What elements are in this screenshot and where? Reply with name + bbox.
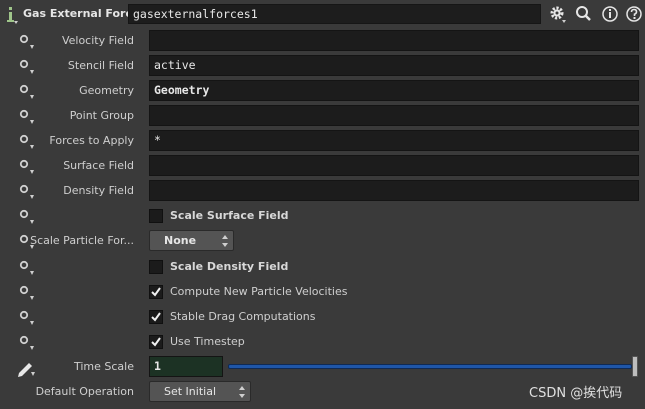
use-timestep-checkbox[interactable] (149, 335, 163, 349)
spinner-arrows-icon (239, 386, 245, 398)
velocity-field-label: Velocity Field (61, 34, 134, 47)
channel-link-icon[interactable] (19, 335, 35, 351)
param-row-stencil-field: Stencil Field active (0, 53, 645, 78)
channel-link-icon[interactable] (19, 310, 35, 326)
scale-surface-field-checkbox[interactable] (149, 209, 163, 223)
stable-drag-computations-label[interactable]: Stable Drag Computations (170, 310, 316, 323)
scale-surface-field-label[interactable]: Scale Surface Field (170, 209, 289, 222)
param-row-use-timestep: Use Timestep (0, 329, 645, 354)
density-field-label: Density Field (63, 184, 134, 197)
watermark-text: CSDN @挨代码 (529, 386, 623, 401)
channel-link-icon[interactable] (19, 84, 35, 100)
velocity-field-input[interactable] (149, 30, 639, 51)
default-operation-value: Set Initial (164, 385, 216, 398)
channel-link-icon[interactable] (19, 134, 35, 150)
info-circle-icon[interactable] (600, 4, 620, 24)
param-row-compute-new-particle-velocities: Compute New Particle Velocities (0, 279, 645, 304)
channel-link-icon[interactable] (19, 184, 35, 200)
density-field-input[interactable] (149, 180, 639, 201)
point-group-input[interactable] (149, 105, 639, 126)
geometry-input[interactable]: Geometry (149, 80, 639, 101)
default-operation-label: Default Operation (35, 385, 134, 398)
checkmark-icon (151, 312, 161, 322)
param-row-time-scale: Time Scale 1 (0, 354, 645, 379)
default-operation-dropdown[interactable]: Set Initial (149, 381, 251, 402)
param-row-point-group: Point Group (0, 103, 645, 128)
param-row-geometry: Geometry Geometry (0, 78, 645, 103)
pencil-icon[interactable] (16, 358, 36, 378)
node-info-icon[interactable] (6, 6, 18, 24)
param-row-stable-drag-computations: Stable Drag Computations (0, 304, 645, 329)
search-icon[interactable] (574, 4, 594, 24)
channel-link-icon[interactable] (19, 209, 35, 225)
time-scale-label: Time Scale (73, 360, 134, 373)
forces-to-apply-input[interactable]: * (149, 130, 639, 151)
parameter-header: Gas External Forces gasexternalforces1 (0, 0, 645, 28)
param-row-scale-particle-force: Scale Particle For... None (0, 228, 645, 253)
scale-particle-force-dropdown[interactable]: None (149, 230, 234, 251)
time-scale-input[interactable]: 1 (149, 356, 223, 377)
scale-particle-force-label: Scale Particle For... (30, 234, 134, 247)
channel-link-icon[interactable] (19, 260, 35, 276)
param-row-surface-field: Surface Field (0, 153, 645, 178)
param-row-scale-surface-field: Scale Surface Field (0, 203, 645, 228)
stable-drag-computations-checkbox[interactable] (149, 310, 163, 324)
scale-density-field-label[interactable]: Scale Density Field (170, 260, 288, 273)
geometry-label: Geometry (79, 84, 134, 97)
scale-density-field-checkbox[interactable] (149, 260, 163, 274)
spinner-arrows-icon (222, 235, 228, 247)
checkmark-icon (151, 337, 161, 347)
checkmark-icon (151, 287, 161, 297)
use-timestep-label[interactable]: Use Timestep (170, 335, 245, 348)
help-icon[interactable] (624, 4, 644, 24)
param-row-forces-to-apply: Forces to Apply * (0, 128, 645, 153)
param-row-velocity-field: Velocity Field (0, 28, 645, 53)
channel-link-icon[interactable] (19, 59, 35, 75)
time-scale-slider-handle[interactable] (632, 356, 638, 377)
surface-field-input[interactable] (149, 155, 639, 176)
scale-particle-force-value: None (164, 234, 197, 247)
gear-icon[interactable] (548, 4, 568, 24)
stencil-field-input[interactable]: active (149, 55, 639, 76)
forces-to-apply-label: Forces to Apply (49, 134, 134, 147)
time-scale-slider-track[interactable] (228, 364, 632, 369)
param-row-scale-density-field: Scale Density Field (0, 254, 645, 279)
channel-link-icon[interactable] (19, 34, 35, 50)
compute-new-particle-velocities-label[interactable]: Compute New Particle Velocities (170, 285, 347, 298)
channel-link-icon[interactable] (19, 285, 35, 301)
channel-link-icon[interactable] (19, 109, 35, 125)
param-row-density-field: Density Field (0, 178, 645, 203)
node-name-input[interactable]: gasexternalforces1 (128, 4, 541, 24)
stencil-field-label: Stencil Field (67, 59, 134, 72)
surface-field-label: Surface Field (63, 159, 134, 172)
point-group-label: Point Group (69, 109, 134, 122)
channel-link-icon[interactable] (19, 159, 35, 175)
compute-new-particle-velocities-checkbox[interactable] (149, 285, 163, 299)
